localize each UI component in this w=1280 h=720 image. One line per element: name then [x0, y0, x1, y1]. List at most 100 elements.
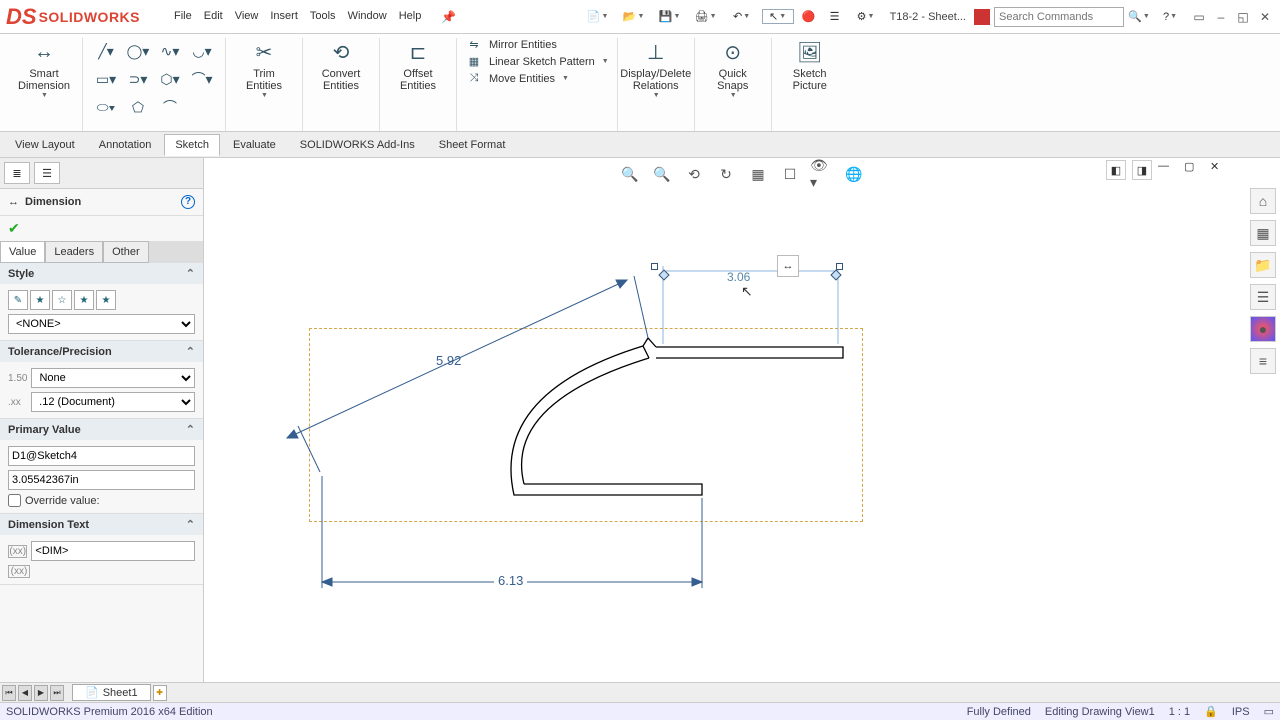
precision-select[interactable]: .12 (Document): [31, 392, 195, 412]
search-input[interactable]: [994, 7, 1124, 27]
restore-icon[interactable]: ◱: [1234, 9, 1252, 25]
search-icon[interactable]: 🔍▼: [1128, 6, 1150, 28]
tp-design-library-icon[interactable]: 📁: [1250, 252, 1276, 278]
convert-entities-button[interactable]: ⟲ Convert Entities: [311, 38, 371, 92]
drawing-canvas[interactable]: 🔍 🔍 ⟲ ↻ ▦ ☐ 👁▾ 🌐 ◧ ◨ — ▢ ✕: [204, 158, 1280, 682]
move-entities-button[interactable]: ⤨Move Entities ▼: [465, 72, 609, 85]
pm-tab-2[interactable]: ☰: [34, 162, 60, 184]
sheet-first-icon[interactable]: ⏮: [2, 685, 16, 701]
status-scale[interactable]: 1 : 1: [1169, 706, 1190, 718]
menu-view[interactable]: View: [235, 10, 259, 24]
dimtext-suffix-icon[interactable]: (xx): [8, 565, 30, 578]
options-list-button[interactable]: ☰: [824, 6, 846, 28]
tp-home-icon[interactable]: ⌂: [1250, 188, 1276, 214]
offset-entities-button[interactable]: ⊏ Offset Entities: [388, 38, 448, 92]
minimize-inner-icon[interactable]: ▭: [1190, 9, 1208, 25]
tp-appearances-icon[interactable]: ≡: [1250, 348, 1276, 374]
undo-button[interactable]: ↶▼: [726, 10, 758, 23]
menu-edit[interactable]: Edit: [204, 10, 223, 24]
tab-sheet-format[interactable]: Sheet Format: [428, 134, 517, 156]
tp-resources-icon[interactable]: ▦: [1250, 220, 1276, 246]
dimtext-prefix-icon[interactable]: (xx): [8, 545, 27, 558]
collapse-icon[interactable]: ⌃: [186, 267, 195, 280]
rect-tool[interactable]: ▭▾: [91, 66, 121, 92]
add-sheet-icon[interactable]: ✚: [153, 685, 167, 701]
selection-handle[interactable]: [651, 263, 658, 270]
tab-view-layout[interactable]: View Layout: [4, 134, 86, 156]
tab-addins[interactable]: SOLIDWORKS Add-Ins: [289, 134, 426, 156]
help-button[interactable]: ?▼: [1154, 11, 1186, 23]
close-icon[interactable]: ✕: [1256, 9, 1274, 25]
tab-sketch[interactable]: Sketch: [164, 134, 220, 156]
settings-button[interactable]: ⚙▼: [850, 10, 882, 23]
circle-tool[interactable]: ◯▾: [123, 38, 153, 64]
pin-icon[interactable]: 📌: [441, 10, 456, 24]
sheet-next-icon[interactable]: ▶: [34, 685, 48, 701]
pm-tab-other[interactable]: Other: [103, 241, 149, 263]
polygon-tool[interactable]: ⬡▾: [155, 66, 185, 92]
dimension-palette-icon[interactable]: ↔: [777, 255, 799, 277]
dimension-edit-value[interactable]: 3.06: [727, 270, 750, 284]
pm-tab-1[interactable]: ≣: [4, 162, 30, 184]
save-button[interactable]: 💾▼: [654, 10, 686, 23]
menu-insert[interactable]: Insert: [270, 10, 298, 24]
print-button[interactable]: 🖨▼: [690, 10, 722, 23]
style-btn-3[interactable]: ☆: [52, 290, 72, 310]
trim-entities-button[interactable]: ✂ Trim Entities ▼: [234, 38, 294, 99]
linear-pattern-button[interactable]: ▦Linear Sketch Pattern ▼: [465, 55, 609, 68]
dimension-text-input[interactable]: [31, 541, 195, 561]
tab-annotation[interactable]: Annotation: [88, 134, 163, 156]
status-lock-icon[interactable]: 🔒: [1204, 705, 1218, 718]
point-tool[interactable]: ⬠: [123, 94, 153, 120]
dimension-value-2[interactable]: 6.13: [494, 573, 527, 588]
smart-dimension-button[interactable]: ↔ Smart Dimension ▼: [14, 38, 74, 99]
sheet-prev-icon[interactable]: ◀: [18, 685, 32, 701]
selection-handle[interactable]: [836, 263, 843, 270]
status-units[interactable]: IPS: [1232, 706, 1250, 718]
pm-help-icon[interactable]: ?: [181, 195, 195, 209]
arc-tool[interactable]: ◡▾: [187, 38, 217, 64]
status-flag-icon[interactable]: ▭: [1264, 705, 1274, 718]
override-checkbox[interactable]: [8, 494, 21, 507]
tolerance-select[interactable]: None: [31, 368, 195, 388]
collapse-icon[interactable]: ⌃: [186, 345, 195, 358]
rebuild-button[interactable]: 🔴: [798, 6, 820, 28]
menu-file[interactable]: File: [174, 10, 192, 24]
pm-tab-value[interactable]: Value: [0, 241, 45, 263]
tab-evaluate[interactable]: Evaluate: [222, 134, 287, 156]
ok-check-icon[interactable]: ✔: [8, 220, 20, 236]
primary-value-name-input[interactable]: [8, 446, 195, 466]
open-button[interactable]: 📂▼: [618, 10, 650, 23]
mirror-entities-button[interactable]: ⇋Mirror Entities: [465, 38, 609, 51]
style-btn-2[interactable]: ★: [30, 290, 50, 310]
pm-tab-leaders[interactable]: Leaders: [45, 241, 103, 263]
spline-tool[interactable]: ∿▾: [155, 38, 185, 64]
ellipse-tool[interactable]: ⬭▾: [91, 94, 121, 120]
style-btn-1[interactable]: ✎: [8, 290, 28, 310]
menu-tools[interactable]: Tools: [310, 10, 336, 24]
task-pane: ⌂ ▦ 📁 ☰ ● ≡: [1250, 188, 1276, 374]
sheet-last-icon[interactable]: ⏭: [50, 685, 64, 701]
collapse-icon[interactable]: ⌃: [186, 423, 195, 436]
sketch-picture-button[interactable]: 🖼 Sketch Picture: [780, 38, 840, 92]
new-button[interactable]: 📄▼: [582, 10, 614, 23]
line-tool[interactable]: ╱▾: [91, 38, 121, 64]
dimension-value-1[interactable]: 5.92: [436, 353, 461, 368]
primary-value-input[interactable]: [8, 470, 195, 490]
menu-window[interactable]: Window: [348, 10, 387, 24]
collapse-icon[interactable]: ⌃: [186, 518, 195, 531]
tp-file-explorer-icon[interactable]: ☰: [1250, 284, 1276, 310]
fillet-tool[interactable]: ⌒▾: [187, 66, 217, 92]
menu-help[interactable]: Help: [399, 10, 422, 24]
select-button[interactable]: ↖▼: [762, 9, 794, 24]
style-btn-5[interactable]: ★: [96, 290, 116, 310]
quick-snaps-button[interactable]: ⊙ Quick Snaps ▼: [703, 38, 763, 99]
style-btn-4[interactable]: ★: [74, 290, 94, 310]
text-tool[interactable]: ⌒: [155, 94, 185, 120]
style-select[interactable]: <NONE>: [8, 314, 195, 334]
sheet-tab[interactable]: 📄 Sheet1: [72, 684, 151, 701]
display-delete-relations-button[interactable]: ⊥ Display/Delete Relations ▼: [626, 38, 686, 99]
slot-tool[interactable]: ⊃▾: [123, 66, 153, 92]
minimize-icon[interactable]: –: [1212, 9, 1230, 25]
tp-view-palette-icon[interactable]: ●: [1250, 316, 1276, 342]
